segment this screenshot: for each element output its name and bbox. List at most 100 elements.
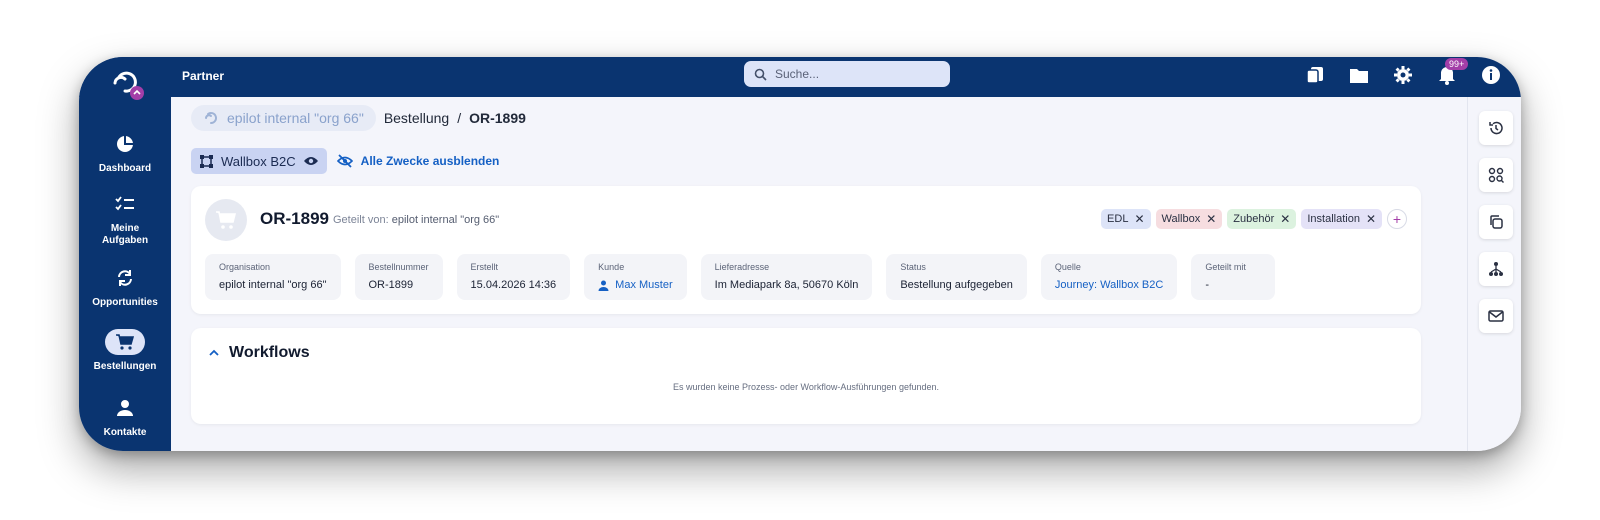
sidebar-item-dashboard[interactable]: Dashboard — [79, 131, 171, 175]
person-icon — [598, 280, 609, 291]
epilot-org-icon — [205, 112, 217, 124]
gear-icon[interactable] — [1391, 63, 1415, 87]
breadcrumb-separator: / — [457, 110, 462, 126]
close-icon[interactable]: ✕ — [1206, 212, 1216, 226]
sidebar-item-label: Meine Aufgaben — [101, 223, 149, 246]
field-geteilt-mit: Geteilt mit - — [1191, 254, 1276, 300]
search-input[interactable] — [775, 67, 925, 81]
breadcrumb-org-label: epilot internal "org 66" — [227, 110, 364, 126]
field-value: 15.04.2026 14:36 — [470, 279, 557, 291]
chevron-up-icon[interactable] — [209, 349, 219, 357]
field-label: Geteilt mit — [1205, 262, 1246, 272]
sidebar-item-label: Opportunities — [92, 297, 158, 308]
sidebar: Dashboard Meine Aufgaben Opportunities B… — [79, 57, 171, 451]
shared-by-label: Geteilt von: — [333, 214, 389, 226]
sidebar-item-bestellungen[interactable]: Bestellungen — [79, 329, 171, 373]
tag-edl[interactable]: EDL ✕ — [1101, 209, 1151, 229]
relations-button[interactable] — [1479, 252, 1513, 286]
field-label: Kunde — [598, 262, 625, 272]
refresh-icon — [105, 265, 145, 291]
field-bestellnummer: Bestellnummer OR-1899 — [354, 254, 443, 300]
field-label: Organisation — [219, 262, 271, 272]
tag-list: EDL ✕ Wallbox ✕ Zubehör ✕ Installation ✕… — [1101, 209, 1407, 229]
field-kunde: Kunde Max Muster — [584, 254, 687, 300]
tag-zubehoer[interactable]: Zubehör ✕ — [1227, 209, 1297, 229]
shared-by: Geteilt von: epilot internal "org 66" — [333, 214, 499, 226]
email-button[interactable] — [1479, 299, 1513, 333]
field-label: Quelle — [1054, 262, 1081, 272]
field-label: Erstellt — [470, 262, 499, 272]
field-quelle: Quelle Journey: Wallbox B2C — [1040, 254, 1178, 300]
field-value: - — [1205, 279, 1209, 291]
copy-icon — [1490, 215, 1503, 229]
breadcrumb-current: OR-1899 — [469, 110, 526, 126]
order-title: OR-1899 — [260, 209, 329, 228]
tag-label: Installation — [1307, 213, 1360, 225]
history-icon — [1489, 121, 1503, 135]
add-tag-button[interactable]: + — [1387, 209, 1407, 229]
source-link[interactable]: Journey: Wallbox B2C — [1055, 279, 1163, 291]
sidebar-item-label: Bestellungen — [93, 361, 157, 372]
sidebar-item-meine-aufgaben[interactable]: Meine Aufgaben — [79, 191, 171, 247]
epilot-logo[interactable] — [107, 65, 149, 101]
close-icon[interactable]: ✕ — [1134, 212, 1144, 226]
field-value: OR-1899 — [368, 279, 414, 291]
sidebar-item-kontakte[interactable]: Kontakte — [79, 395, 171, 439]
breadcrumb-section[interactable]: Bestellung — [384, 110, 449, 126]
tag-label: Zubehör — [1233, 213, 1275, 225]
sidebar-item-opportunities[interactable]: Opportunities — [79, 265, 171, 309]
search-bar[interactable] — [744, 61, 950, 87]
person-icon — [105, 395, 145, 421]
hide-all-purposes-link[interactable]: Alle Zwecke ausblenden — [336, 154, 499, 168]
apps-search-icon — [1488, 167, 1504, 183]
order-fields: Organisation epilot internal "org 66" Be… — [205, 254, 1276, 300]
order-avatar — [205, 199, 247, 241]
mail-icon — [1488, 310, 1504, 322]
main-content: epilot internal "org 66" Bestellung / OR… — [171, 97, 1467, 451]
eye-off-icon — [336, 154, 353, 168]
field-value: Max Muster — [615, 279, 673, 291]
close-icon[interactable]: ✕ — [1280, 212, 1290, 226]
workflows-empty-text: Es wurden keine Prozess- oder Workflow-A… — [673, 382, 939, 392]
purpose-chip-label: Wallbox B2C — [221, 153, 296, 169]
workflows-card: Workflows Es wurden keine Prozess- oder … — [191, 328, 1421, 424]
search-apps-button[interactable] — [1479, 158, 1513, 192]
breadcrumb: epilot internal "org 66" Bestellung / OR… — [191, 105, 526, 131]
workflows-header[interactable]: Workflows — [209, 344, 310, 362]
field-lieferadresse: Lieferadresse Im Mediapark 8a, 50670 Köl… — [700, 254, 873, 300]
tag-wallbox[interactable]: Wallbox ✕ — [1155, 209, 1223, 229]
top-icons: 99+ — [1303, 58, 1503, 87]
field-value: epilot internal "org 66" — [219, 279, 327, 291]
bell-icon[interactable]: 99+ — [1435, 58, 1469, 87]
sidebar-item-label: Kontakte — [103, 427, 147, 438]
eye-icon[interactable] — [303, 155, 319, 167]
relations-icon — [1489, 262, 1503, 276]
field-organisation: Organisation epilot internal "org 66" — [205, 254, 341, 300]
field-label: Lieferadresse — [714, 262, 770, 272]
field-erstellt: Erstellt 15.04.2026 14:36 — [456, 254, 571, 300]
close-icon[interactable]: ✕ — [1366, 212, 1376, 226]
order-header-card: OR-1899 Geteilt von: epilot internal "or… — [191, 186, 1421, 314]
breadcrumb-org[interactable]: epilot internal "org 66" — [191, 105, 376, 131]
org-label: Partner — [182, 69, 225, 83]
search-icon — [754, 68, 767, 81]
right-action-bar — [1467, 97, 1521, 451]
copy-documents-icon[interactable] — [1303, 63, 1327, 87]
tag-label: Wallbox — [1161, 213, 1201, 225]
info-icon[interactable] — [1479, 63, 1503, 87]
field-value: Bestellung aufgegeben — [900, 279, 1013, 291]
history-button[interactable] — [1479, 111, 1513, 145]
app-window: Dashboard Meine Aufgaben Opportunities B… — [79, 57, 1521, 451]
pie-chart-icon — [105, 131, 145, 157]
purpose-chip[interactable]: Wallbox B2C — [191, 148, 327, 174]
duplicate-button[interactable] — [1479, 205, 1513, 239]
tag-installation[interactable]: Installation ✕ — [1301, 209, 1382, 229]
notification-badge: 99+ — [1445, 58, 1469, 70]
task-list-icon — [105, 191, 145, 217]
purpose-icon — [200, 154, 213, 168]
customer-link[interactable]: Max Muster — [598, 279, 673, 291]
field-status: Status Bestellung aufgegeben — [886, 254, 1027, 300]
folder-icon[interactable] — [1347, 63, 1371, 87]
tag-label: EDL — [1107, 213, 1129, 225]
cart-icon — [216, 211, 237, 229]
